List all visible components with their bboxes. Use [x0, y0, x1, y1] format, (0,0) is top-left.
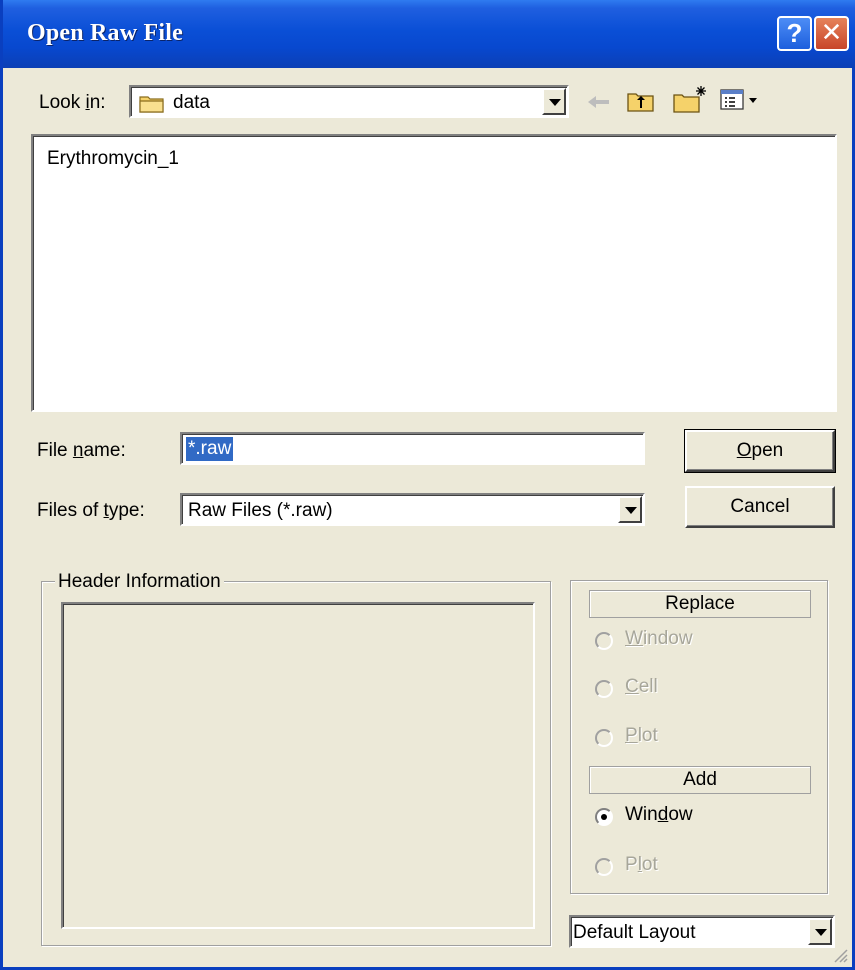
radio-label: Plot [625, 854, 658, 875]
help-button[interactable]: ? [777, 16, 812, 51]
file-name-label: File name: [37, 440, 126, 461]
open-raw-file-dialog: Open Raw File ? ✕ Look in: data Erythrom… [0, 0, 855, 970]
file-type-dropdown-arrow[interactable] [618, 496, 642, 523]
radio-label: Window [625, 804, 693, 825]
radio-circle[interactable] [595, 680, 613, 698]
look-in-label: Look in: [39, 92, 106, 113]
radio-circle[interactable] [595, 632, 613, 650]
layout-dropdown[interactable]: Default Layout [569, 915, 835, 948]
layout-dropdown-arrow[interactable] [808, 918, 832, 945]
resize-grip-icon[interactable] [832, 947, 848, 963]
file-type-label: Files of type: [37, 500, 145, 521]
close-button[interactable]: ✕ [814, 16, 849, 51]
add-header: Add [589, 766, 811, 794]
header-information-area [61, 602, 535, 929]
look-in-dropdown[interactable]: data [129, 85, 569, 118]
radio-selected-dot [601, 814, 607, 820]
file-type-dropdown[interactable]: Raw Files (*.raw) [180, 493, 645, 526]
radio-circle[interactable] [595, 858, 613, 876]
radio-circle[interactable] [595, 808, 613, 826]
header-information-title: Header Information [55, 571, 224, 593]
view-menu-icon[interactable] [719, 88, 761, 112]
up-folder-icon[interactable] [625, 88, 657, 114]
back-arrow-icon[interactable] [585, 92, 613, 112]
dialog-title: Open Raw File [27, 20, 183, 46]
layout-value: Default Layout [573, 922, 696, 943]
look-in-dropdown-arrow[interactable] [542, 88, 566, 115]
file-name-value: *.raw [186, 437, 234, 461]
radio-label: Window [625, 628, 693, 649]
new-folder-icon[interactable] [671, 84, 711, 114]
folder-icon [139, 96, 164, 113]
file-list-item[interactable]: Erythromycin_1 [47, 148, 179, 170]
cancel-button[interactable]: Cancel [685, 486, 835, 528]
file-type-value: Raw Files (*.raw) [188, 500, 333, 521]
radio-circle[interactable] [595, 729, 613, 747]
replace-header: Replace [589, 590, 811, 618]
file-list[interactable]: Erythromycin_1 [31, 134, 837, 412]
look-in-value: data [173, 92, 210, 113]
radio-label: Cell [625, 676, 658, 697]
title-bar[interactable]: Open Raw File ? ✕ [3, 0, 855, 68]
file-name-input[interactable]: *.raw [180, 432, 645, 465]
open-button[interactable]: Open [684, 429, 836, 473]
radio-label: Plot [625, 725, 658, 746]
